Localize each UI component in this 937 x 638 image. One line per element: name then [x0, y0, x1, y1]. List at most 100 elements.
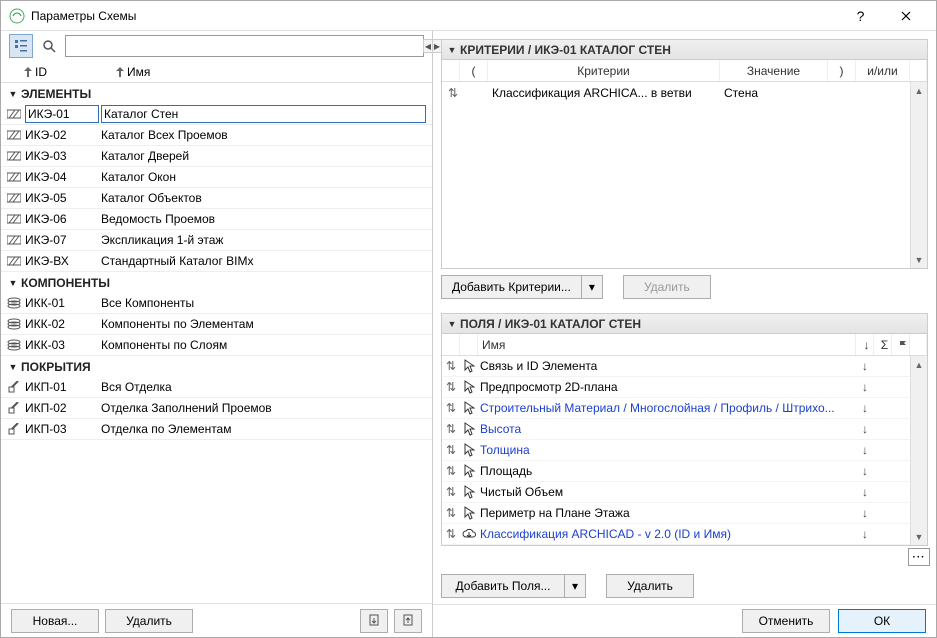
drag-handle-icon[interactable]: ⇅	[442, 422, 460, 436]
field-row[interactable]: ⇅Высота↓	[442, 419, 927, 440]
scheme-row[interactable]: ИКЭ-05Каталог Объектов	[1, 188, 432, 209]
field-sort[interactable]: ↓	[856, 401, 874, 415]
field-row[interactable]: ⇅Классификация ARCHICAD - v 2.0 (ID и Им…	[442, 524, 927, 545]
search-icon	[37, 34, 61, 58]
add-criteria-dropdown[interactable]: ▾	[582, 275, 603, 299]
criteria-col-open: (	[460, 60, 488, 81]
field-row[interactable]: ⇅Периметр на Плане Этажа↓	[442, 503, 927, 524]
drag-handle-icon[interactable]: ⇅	[442, 506, 460, 520]
field-sort[interactable]: ↓	[856, 485, 874, 499]
collapse-right-handle[interactable]: ▶	[432, 39, 442, 53]
fields-panel-title: ПОЛЯ / ИКЭ-01 КАТАЛОГ СТЕН	[460, 317, 641, 331]
field-row[interactable]: ⇅Чистый Объем↓	[442, 482, 927, 503]
scheme-icon	[5, 129, 23, 141]
criteria-col-close: )	[828, 60, 856, 81]
add-field-button[interactable]: Добавить Поля...	[441, 574, 565, 598]
delete-criteria-button[interactable]: Удалить	[623, 275, 711, 299]
fields-col-sum[interactable]: Σ	[874, 334, 892, 355]
group-header[interactable]: ▼КОМПОНЕНТЫ	[1, 272, 432, 293]
criteria-col-andor: и/или	[856, 60, 910, 81]
cancel-button[interactable]: Отменить	[742, 609, 830, 633]
criteria-panel-header[interactable]: ▼ КРИТЕРИИ / ИКЭ-01 КАТАЛОГ СТЕН	[441, 39, 928, 60]
field-sort[interactable]: ↓	[856, 380, 874, 394]
fields-panel-header[interactable]: ▼ ПОЛЯ / ИКЭ-01 КАТАЛОГ СТЕН	[441, 313, 928, 334]
scheme-name-input[interactable]	[101, 105, 426, 123]
add-field-dropdown[interactable]: ▾	[565, 574, 586, 598]
field-sort[interactable]: ↓	[856, 422, 874, 436]
sort-icon[interactable]	[21, 67, 35, 77]
criteria-scrollbar[interactable]: ▲ ▼	[910, 82, 927, 268]
scheme-row[interactable]: ИКК-02Компоненты по Элементам	[1, 314, 432, 335]
criteria-col-criteria[interactable]: Критерии	[488, 60, 720, 81]
field-row[interactable]: ⇅Предпросмотр 2D-плана↓	[442, 377, 927, 398]
criteria-panel-title: КРИТЕРИИ / ИКЭ-01 КАТАЛОГ СТЕН	[460, 43, 671, 57]
scheme-row[interactable]: ИКЭ-06Ведомость Проемов	[1, 209, 432, 230]
fields-col-name[interactable]: Имя	[478, 334, 856, 355]
delete-field-button[interactable]: Удалить	[606, 574, 694, 598]
fields-scrollbar[interactable]: ▲ ▼	[910, 356, 927, 545]
scheme-row[interactable]: ИКЭ-07Экспликация 1-й этаж	[1, 230, 432, 251]
scheme-row[interactable]: ИКЭ-ВХСтандартный Каталог BIMx	[1, 251, 432, 272]
field-row[interactable]: ⇅ Площадь↓	[442, 461, 927, 482]
scheme-row[interactable]: ИКП-02Отделка Заполнений Проемов	[1, 398, 432, 419]
fields-col-scroll	[910, 334, 927, 355]
delete-button[interactable]: Удалить	[105, 609, 193, 633]
scheme-row[interactable]: ИКК-03Компоненты по Слоям	[1, 335, 432, 356]
new-button[interactable]: Новая...	[11, 609, 99, 633]
scheme-id: ИКК-01	[23, 296, 99, 310]
drag-handle-icon[interactable]: ⇅	[442, 527, 460, 541]
field-sort[interactable]: ↓	[856, 527, 874, 541]
drag-handle-icon[interactable]: ⇅	[442, 86, 460, 100]
drag-handle-icon[interactable]: ⇅	[442, 464, 460, 478]
ok-button[interactable]: ОК	[838, 609, 926, 633]
group-header[interactable]: ▼ЭЛЕМЕНТЫ	[1, 83, 432, 104]
field-name: Строительный Материал / Многослойная / П…	[478, 401, 856, 415]
scheme-id: ИКЭ-04	[23, 170, 99, 184]
scheme-row[interactable]: ИКК-01Все Компоненты	[1, 293, 432, 314]
scroll-up-icon[interactable]: ▲	[911, 356, 927, 373]
scheme-id: ИКЭ-05	[23, 191, 99, 205]
scheme-row[interactable]: ИКЭ-02Каталог Всех Проемов	[1, 125, 432, 146]
scheme-row[interactable]: ИКЭ-04Каталог Окон	[1, 167, 432, 188]
scheme-row[interactable]	[1, 104, 432, 125]
criteria-row[interactable]: ⇅Классификация ARCHICA... в ветвиСтена	[442, 82, 927, 104]
drag-handle-icon[interactable]: ⇅	[442, 380, 460, 394]
field-sort[interactable]: ↓	[856, 443, 874, 457]
fields-col-sort[interactable]: ↓	[856, 334, 874, 355]
fields-col-flag-icon[interactable]	[892, 334, 910, 355]
field-sort[interactable]: ↓	[856, 464, 874, 478]
drag-handle-icon[interactable]: ⇅	[442, 401, 460, 415]
field-row[interactable]: ⇅Толщина↓	[442, 440, 927, 461]
field-name: Площадь	[478, 464, 856, 478]
sort-icon[interactable]	[113, 67, 127, 77]
field-row[interactable]: ⇅ Связь и ID Элемента↓	[442, 356, 927, 377]
scheme-row[interactable]: ИКП-03Отделка по Элементам	[1, 419, 432, 440]
column-header-id[interactable]: ID	[35, 65, 113, 79]
scheme-id-input[interactable]	[25, 105, 99, 123]
add-criteria-button[interactable]: Добавить Критерии...	[441, 275, 582, 299]
field-row[interactable]: ⇅ Строительный Материал / Многослойная / …	[442, 398, 927, 419]
search-input[interactable]	[65, 35, 424, 57]
scroll-down-icon[interactable]: ▼	[911, 528, 927, 545]
field-options-button[interactable]: ···	[908, 548, 930, 566]
scroll-up-icon[interactable]: ▲	[911, 82, 927, 99]
column-header-name[interactable]: Имя	[127, 65, 428, 79]
drag-handle-icon[interactable]: ⇅	[442, 359, 460, 373]
help-button[interactable]: ?	[838, 1, 883, 31]
field-name: Связь и ID Элемента	[478, 359, 856, 373]
scroll-down-icon[interactable]: ▼	[911, 251, 927, 268]
group-header[interactable]: ▼ПОКРЫТИЯ	[1, 356, 432, 377]
scheme-icon	[5, 213, 23, 225]
close-button[interactable]	[883, 1, 928, 31]
scheme-row[interactable]: ИКЭ-03Каталог Дверей	[1, 146, 432, 167]
export-button[interactable]	[394, 609, 422, 633]
import-button[interactable]	[360, 609, 388, 633]
tree-view-toggle[interactable]	[9, 34, 33, 58]
scheme-row[interactable]: ИКП-01Вся Отделка	[1, 377, 432, 398]
drag-handle-icon[interactable]: ⇅	[442, 485, 460, 499]
criteria-col-value[interactable]: Значение	[720, 60, 828, 81]
field-sort[interactable]: ↓	[856, 359, 874, 373]
drag-handle-icon[interactable]: ⇅	[442, 443, 460, 457]
field-sort[interactable]: ↓	[856, 506, 874, 520]
cloud-download-icon	[460, 528, 478, 540]
